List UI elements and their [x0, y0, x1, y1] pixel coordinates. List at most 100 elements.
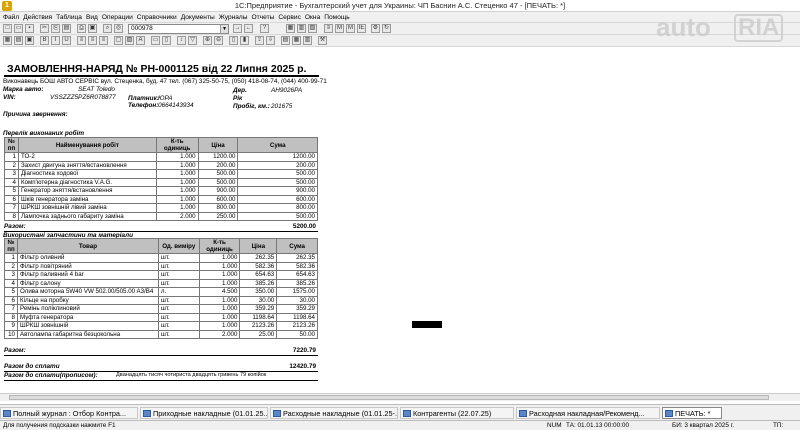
font-color-icon[interactable]: A — [136, 36, 145, 45]
clipboard-icon[interactable]: ▧ — [308, 24, 317, 33]
find-prev-icon[interactable]: ← — [244, 24, 253, 33]
menu-item-3[interactable]: Вид — [86, 12, 102, 22]
works-cell: 500.00 — [197, 177, 239, 187]
import-icon[interactable]: ⇩ — [266, 36, 275, 45]
parts-cell: 4 — [4, 278, 18, 288]
works-total-row: Разом: 5200.00 — [4, 223, 318, 232]
menu-item-7[interactable]: Журналы — [219, 12, 252, 22]
new-doc-icon[interactable]: □ — [3, 24, 12, 33]
row-icon[interactable]: ▭ — [151, 36, 160, 45]
print-icon[interactable]: ⎙ — [77, 24, 86, 33]
taskbar-window-5[interactable]: ПЕЧАТЬ: * — [662, 407, 722, 419]
export-icon[interactable]: ⇪ — [255, 36, 264, 45]
chart-icon[interactable]: ▥ — [303, 36, 312, 45]
report-icon[interactable]: ▦ — [292, 36, 301, 45]
works-cell: 2 — [4, 160, 19, 170]
pages-icon[interactable]: ▮ — [240, 36, 249, 45]
taskbar-window-0[interactable]: Полный журнал : Отбор Контра... — [0, 407, 138, 419]
page-icon[interactable]: ▯ — [229, 36, 238, 45]
save-icon[interactable]: ▪ — [25, 24, 34, 33]
parts-row: 6 Кільце на пробку шт. 1.000 30.00 30.00 — [4, 295, 318, 305]
parts-cell: 582.36 — [239, 261, 278, 271]
parts-cell: Фільтр повітряний — [16, 261, 159, 271]
paste-icon[interactable]: ▤ — [62, 24, 71, 33]
calendar-icon[interactable]: ▥ — [297, 24, 306, 33]
menu-item-9[interactable]: Сервис — [278, 12, 305, 22]
copy-icon[interactable]: ⎘ — [51, 24, 60, 33]
menu-item-6[interactable]: Документы — [181, 12, 219, 22]
fill-icon[interactable]: ▨ — [125, 36, 134, 45]
menu-item-2[interactable]: Таблица — [56, 12, 86, 22]
parts-cell: 1.000 — [198, 270, 241, 280]
table-icon[interactable]: ▦ — [3, 36, 12, 45]
works-cell: 1.000 — [155, 194, 199, 204]
taskbar-window-label: Контрагенты (22.07.25) — [413, 409, 492, 418]
taskbar-window-4[interactable]: Расходная накладная/Рекоменд... — [516, 407, 660, 419]
taskbar-window-label: ПЕЧАТЬ: * — [675, 409, 711, 418]
grid-icon[interactable]: ▤ — [14, 36, 23, 45]
tools-icon[interactable]: ⚒ — [318, 36, 327, 45]
parts-cell: шт. — [157, 278, 200, 288]
menu-item-11[interactable]: Помощь — [324, 12, 353, 22]
zoom-out-icon[interactable]: ⊖ — [214, 36, 223, 45]
settings-icon[interactable]: ⚙ — [371, 24, 380, 33]
preview-icon[interactable]: ▣ — [88, 24, 97, 33]
font-m-icon[interactable]: M — [335, 24, 344, 33]
vin-label: VIN: — [3, 94, 16, 101]
open-icon[interactable]: ▭ — [14, 24, 23, 33]
parts-header: Сума — [276, 238, 318, 254]
taskbar-window-1[interactable]: Приходные накладные (01.01.25... — [140, 407, 268, 419]
parts-cell: Ремінь поліклиновий — [16, 304, 159, 314]
parts-cell: 2.000 — [198, 329, 241, 339]
taskbar-window-2[interactable]: Расходные накладные (01.01.25-... — [270, 407, 398, 419]
cut-icon[interactable]: ✂ — [40, 24, 49, 33]
journal-icon[interactable]: ≡ — [324, 24, 333, 33]
filter-icon[interactable]: ▽ — [188, 36, 197, 45]
scrollbar-thumb[interactable] — [9, 395, 769, 400]
align-right-icon[interactable]: ≡ — [99, 36, 108, 45]
help-icon[interactable]: ? — [260, 24, 269, 33]
find-next-icon[interactable]: → — [233, 24, 242, 33]
chevron-down-icon[interactable]: ▼ — [220, 25, 228, 33]
works-cell: 500.00 — [237, 177, 318, 187]
parts-cell: 1575.00 — [276, 287, 318, 297]
find-icon[interactable]: ⌕ — [103, 24, 112, 33]
binoculars-icon[interactable]: ◎ — [114, 24, 123, 33]
works-cell: 5 — [4, 186, 19, 196]
menu-item-10[interactable]: Окна — [305, 12, 324, 22]
menu-item-5[interactable]: Справочники — [137, 12, 181, 22]
works-cell: Діагностика ходової — [17, 169, 157, 179]
parts-cell: 10 — [4, 329, 18, 339]
window-icon — [403, 410, 411, 417]
horizontal-scrollbar[interactable] — [0, 393, 800, 401]
parts-row: 9 ШРКШ зовнішній шт. 1.000 2123.26 2123.26 — [4, 321, 318, 331]
window-icon — [143, 410, 151, 417]
mileage-value: 201675 — [271, 103, 293, 110]
refresh-icon[interactable]: ↻ — [382, 24, 391, 33]
doc-icon[interactable]: ▤ — [281, 36, 290, 45]
align-center-icon[interactable]: ≡ — [88, 36, 97, 45]
italic-icon[interactable]: I — [51, 36, 60, 45]
font-ie-icon[interactable]: IE — [357, 24, 366, 33]
col-icon[interactable]: ▯ — [162, 36, 171, 45]
menu-item-1[interactable]: Действия — [23, 12, 56, 22]
taskbar-window-3[interactable]: Контрагенты (22.07.25) — [400, 407, 514, 419]
works-cell: Захист двигуна зняття/встановлення — [17, 160, 157, 170]
status-ta: ТА: 01.01.13 00:00:00 — [566, 422, 630, 429]
align-left-icon[interactable]: ≡ — [77, 36, 86, 45]
menu-item-4[interactable]: Операции — [102, 12, 137, 22]
font-m2-icon[interactable]: M — [346, 24, 355, 33]
merge-icon[interactable]: ▣ — [25, 36, 34, 45]
search-combo[interactable]: 000978 ▼ — [128, 24, 229, 34]
sort-icon[interactable]: ↕ — [177, 36, 186, 45]
bold-icon[interactable]: B — [40, 36, 49, 45]
underline-icon[interactable]: U — [62, 36, 71, 45]
parts-cell: 30.00 — [239, 295, 278, 305]
menu-item-0[interactable]: Файл — [3, 12, 23, 22]
border-icon[interactable]: ▢ — [114, 36, 123, 45]
works-cell: 800.00 — [197, 203, 239, 213]
calc-icon[interactable]: ▦ — [286, 24, 295, 33]
parts-total-row: Разом: 7220.79 — [4, 347, 318, 356]
zoom-icon[interactable]: ⊕ — [203, 36, 212, 45]
menu-item-8[interactable]: Отчеты — [252, 12, 279, 22]
